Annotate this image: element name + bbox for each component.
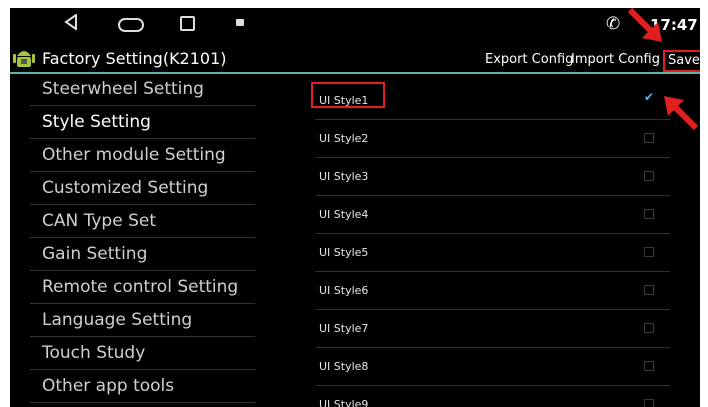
screenshot-icon[interactable] [236, 19, 244, 26]
style-list: UI Style1 ✔ UI Style2 UI Style3 UI Style… [315, 74, 670, 407]
android-app-icon [13, 51, 35, 67]
save-button[interactable]: Save [663, 50, 700, 72]
style-label: UI Style5 [319, 246, 369, 259]
style-label: UI Style2 [319, 132, 369, 145]
style-label: UI Style3 [319, 170, 369, 183]
style-row[interactable]: UI Style7 [315, 310, 670, 348]
settings-menu: Steerwheel Setting Style Setting Other m… [30, 74, 255, 407]
phone-icon: ✆ [606, 14, 621, 34]
style-row[interactable]: UI Style2 [315, 120, 670, 158]
checkbox[interactable] [644, 209, 654, 219]
menu-item-style[interactable]: Style Setting [30, 106, 255, 139]
checkbox[interactable] [644, 171, 654, 181]
menu-item-steerwheel[interactable]: Steerwheel Setting [30, 74, 255, 106]
checkbox-checked[interactable]: ✔ [642, 91, 656, 106]
export-config-button[interactable]: Export Config [485, 52, 573, 67]
annotation-arrow-icon [627, 7, 662, 42]
style-label: UI Style9 [319, 398, 369, 407]
style-label: UI Style6 [319, 284, 369, 297]
status-bar: ✆ 17:47 [10, 8, 700, 40]
recent-apps-icon[interactable] [180, 16, 195, 31]
checkbox[interactable] [644, 399, 654, 407]
style-row[interactable]: UI Style3 [315, 158, 670, 196]
device-screen: ✆ 17:47 Factory Setting(K2101) Export Co… [10, 8, 700, 407]
style-label: UI Style7 [319, 322, 369, 335]
checkbox[interactable] [644, 361, 654, 371]
annotation-arrow-icon [664, 96, 699, 131]
menu-item-language[interactable]: Language Setting [30, 304, 255, 337]
style-row[interactable]: UI Style6 [315, 272, 670, 310]
app-title: Factory Setting(K2101) [42, 49, 227, 68]
style-row[interactable]: UI Style9 [315, 386, 670, 407]
checkbox[interactable] [644, 285, 654, 295]
checkbox[interactable] [644, 133, 654, 143]
menu-item-can-type[interactable]: CAN Type Set [30, 205, 255, 238]
style-row[interactable]: UI Style5 [315, 234, 670, 272]
checkbox[interactable] [644, 247, 654, 257]
style-label: UI Style8 [319, 360, 369, 373]
back-icon[interactable] [64, 14, 78, 30]
home-icon[interactable] [118, 18, 144, 32]
menu-item-customized[interactable]: Customized Setting [30, 172, 255, 205]
style-row[interactable]: UI Style8 [315, 348, 670, 386]
style-row[interactable]: UI Style4 [315, 196, 670, 234]
menu-item-touch-study[interactable]: Touch Study [30, 337, 255, 370]
annotation-highlight-box [311, 82, 385, 108]
menu-item-other-module[interactable]: Other module Setting [30, 139, 255, 172]
action-bar: Factory Setting(K2101) Export Config Imp… [10, 46, 700, 72]
menu-item-remote-control[interactable]: Remote control Setting [30, 271, 255, 304]
style-label: UI Style4 [319, 208, 369, 221]
menu-item-other-app-tools[interactable]: Other app tools [30, 370, 255, 403]
menu-item-gain[interactable]: Gain Setting [30, 238, 255, 271]
import-config-button[interactable]: Import Config [571, 52, 660, 67]
checkbox[interactable] [644, 323, 654, 333]
